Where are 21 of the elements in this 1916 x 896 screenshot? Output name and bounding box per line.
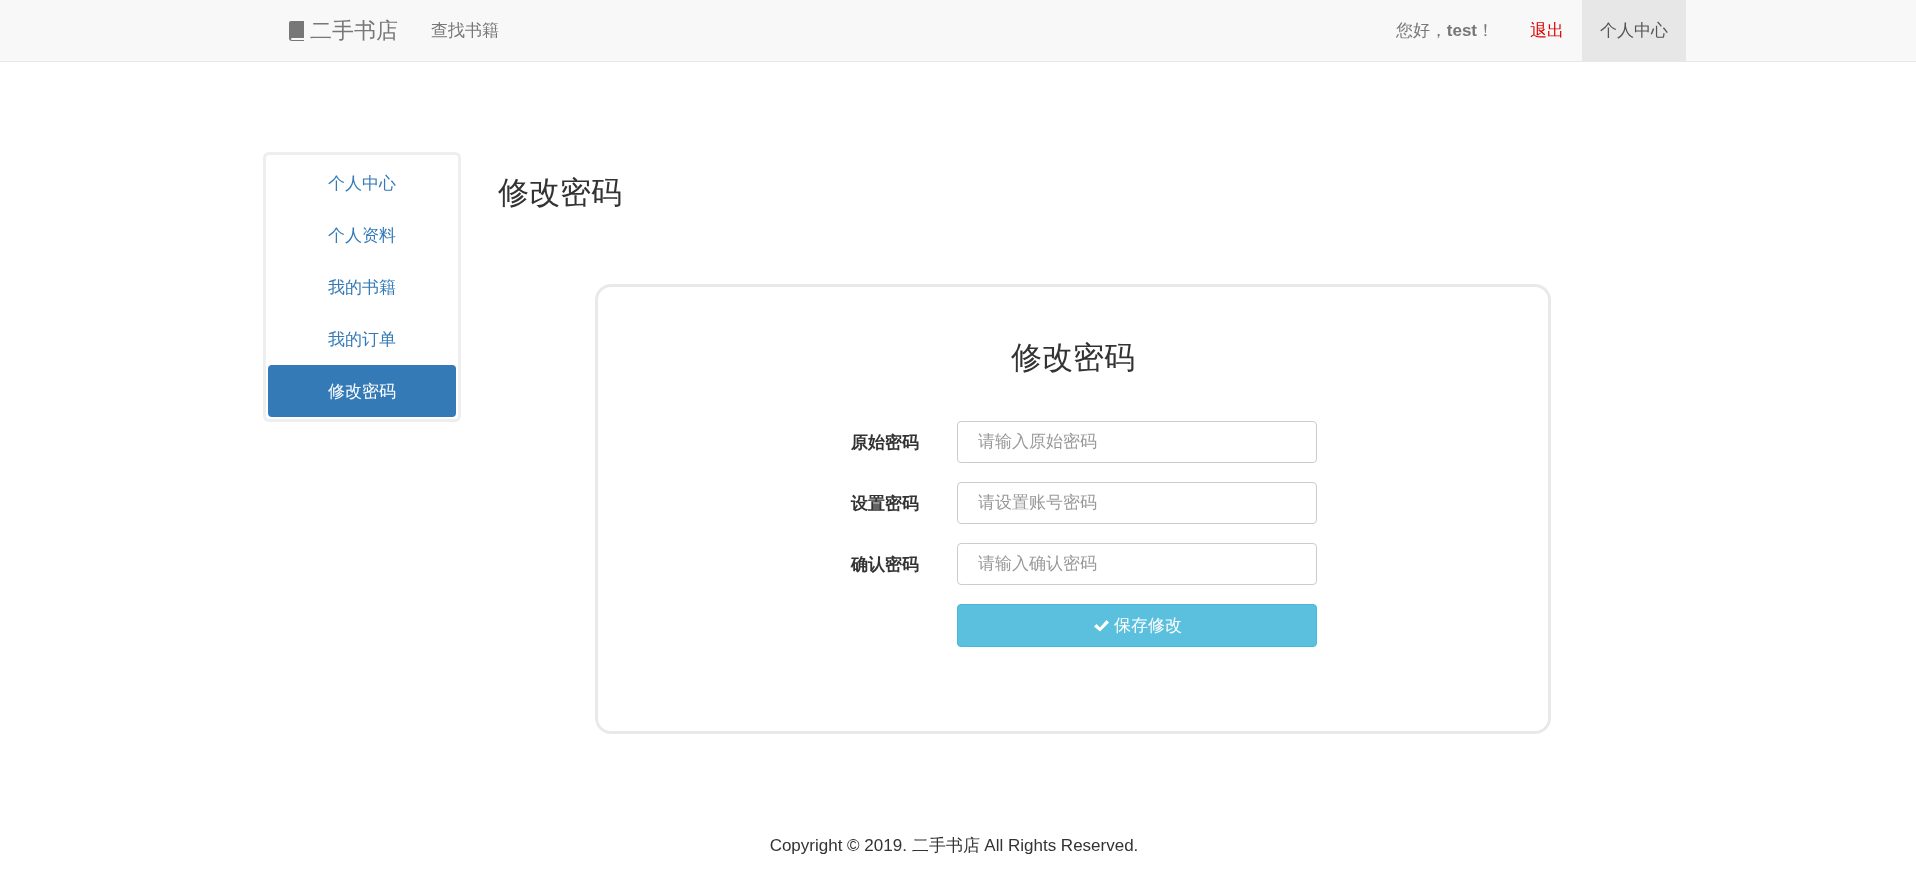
footer-text: Copyright © 2019. 二手书店 All Rights Reserved. — [768, 835, 1140, 857]
form-title: 修改密码 — [1011, 339, 1135, 377]
nav-link[interactable]: 查找书籍 — [413, 0, 517, 61]
sidebar-item[interactable]: 个人资料 — [268, 209, 456, 261]
password-field[interactable]: 请输入确认密码 — [957, 543, 1317, 585]
sidebar-item[interactable]: 个人中心 — [268, 157, 456, 209]
sidebar-item[interactable]: 我的订单 — [268, 313, 456, 365]
field-label: 确认密码 — [849, 553, 919, 576]
sidebar-item[interactable]: 修改密码 — [268, 365, 456, 417]
password-field[interactable]: 请输入原始密码 — [957, 421, 1317, 463]
greeting-text: 您好，test！ — [1394, 20, 1495, 42]
check-icon — [1092, 618, 1110, 633]
field-label: 设置密码 — [849, 492, 919, 515]
sidebar-item[interactable]: 我的书籍 — [268, 261, 456, 313]
brand-link[interactable]: 二手书店 — [274, 0, 413, 61]
logout-link[interactable]: 退出 — [1512, 0, 1582, 61]
field-label: 原始密码 — [850, 431, 919, 454]
page-title: 修改密码 — [498, 174, 623, 212]
account-link[interactable]: 个人中心 — [1582, 0, 1686, 61]
password-field[interactable]: 请设置账号密码 — [957, 482, 1317, 524]
book-icon — [289, 20, 305, 41]
